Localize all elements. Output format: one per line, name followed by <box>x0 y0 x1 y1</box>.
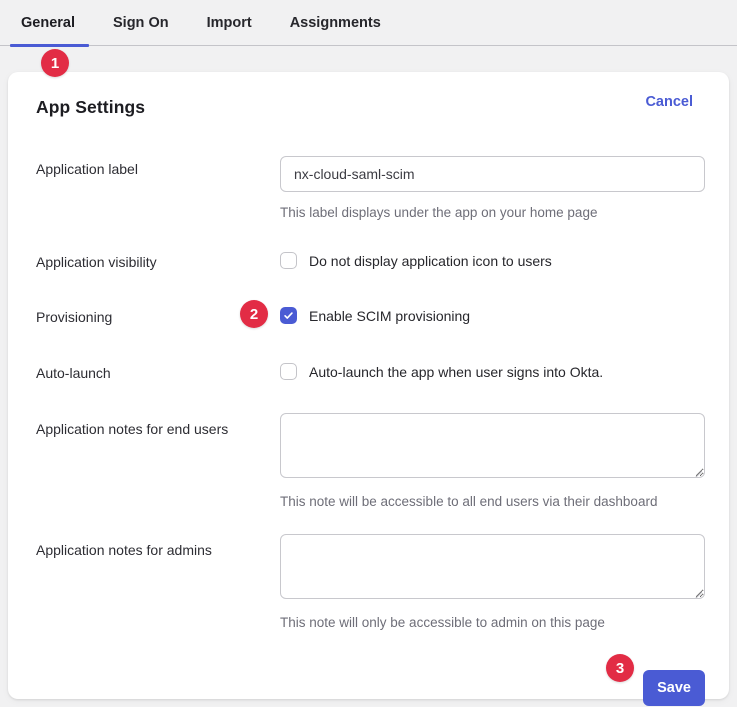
notes-admins-row: Application notes for admins This note w… <box>36 534 705 631</box>
auto-launch-checkbox-label[interactable]: Auto-launch the app when user signs into… <box>309 364 603 380</box>
step-1-badge: 1 <box>41 49 69 77</box>
notes-end-users-helper: This note will be accessible to all end … <box>280 493 705 510</box>
tab-assignments-label: Assignments <box>290 15 381 31</box>
enable-scim-checkbox[interactable] <box>280 307 297 324</box>
step-2-badge: 2 <box>240 300 268 328</box>
provisioning-row: Provisioning Enable SCIM provisioning <box>36 307 705 326</box>
application-label-row: Application label This label displays un… <box>36 156 705 221</box>
application-label-helper: This label displays under the app on you… <box>280 204 705 221</box>
notes-end-users-row: Application notes for end users This not… <box>36 413 705 510</box>
auto-launch-row: Auto-launch Auto-launch the app when use… <box>36 363 705 382</box>
application-visibility-label: Application visibility <box>36 252 280 271</box>
card-header: App Settings Cancel <box>36 97 705 118</box>
notes-admins-helper: This note will only be accessible to adm… <box>280 614 705 631</box>
application-label-input[interactable] <box>280 156 705 192</box>
application-label-label: Application label <box>36 156 280 178</box>
step-3-badge: 3 <box>606 654 634 682</box>
app-settings-card: App Settings Cancel Application label Th… <box>8 72 729 699</box>
save-row: Save <box>36 670 705 706</box>
check-icon <box>283 310 294 321</box>
enable-scim-checkbox-label[interactable]: Enable SCIM provisioning <box>309 308 470 324</box>
notes-end-users-label: Application notes for end users <box>36 413 280 438</box>
tab-general-label: General <box>21 15 75 31</box>
app-settings-page: General Sign On Import Assignments 1 2 3… <box>0 0 737 707</box>
auto-launch-checkbox[interactable] <box>280 363 297 380</box>
hide-app-icon-checkbox[interactable] <box>280 252 297 269</box>
tab-sign-on-label: Sign On <box>113 15 169 31</box>
page-title: App Settings <box>36 97 145 118</box>
tab-import-label: Import <box>207 15 252 31</box>
cancel-button[interactable]: Cancel <box>645 94 693 110</box>
notes-end-users-textarea[interactable] <box>280 413 705 478</box>
save-button[interactable]: Save <box>643 670 705 706</box>
hide-app-icon-checkbox-label[interactable]: Do not display application icon to users <box>309 253 552 269</box>
tab-import[interactable]: Import <box>207 0 252 46</box>
application-visibility-row: Application visibility Do not display ap… <box>36 252 705 271</box>
tab-assignments[interactable]: Assignments <box>290 0 381 46</box>
tab-sign-on[interactable]: Sign On <box>113 0 169 46</box>
app-tabs: General Sign On Import Assignments <box>0 0 737 46</box>
tab-general[interactable]: General <box>21 0 75 46</box>
auto-launch-label: Auto-launch <box>36 363 280 382</box>
notes-admins-label: Application notes for admins <box>36 534 280 559</box>
notes-admins-textarea[interactable] <box>280 534 705 599</box>
